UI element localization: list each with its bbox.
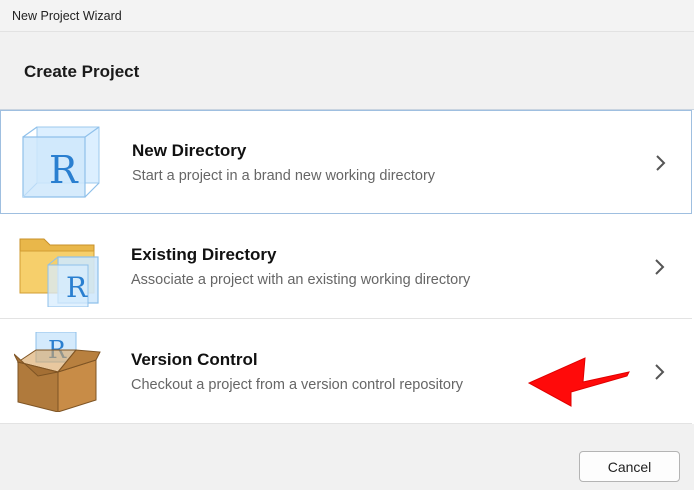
- option-description: Start a project in a brand new working d…: [132, 168, 436, 184]
- header: Create Project: [0, 32, 694, 110]
- chevron-right-icon: [653, 153, 669, 173]
- title-bar: New Project Wizard: [0, 0, 694, 32]
- option-existing-directory[interactable]: R Existing Directory Associate a project…: [0, 215, 692, 319]
- footer: Cancel: [0, 424, 694, 490]
- red-arrow-icon: [527, 350, 631, 408]
- option-title: Version Control: [131, 350, 258, 369]
- page-title: Create Project: [24, 62, 140, 81]
- chevron-right-icon: [652, 257, 668, 277]
- window-title: New Project Wizard: [12, 9, 122, 23]
- option-title: New Directory: [132, 141, 247, 160]
- folder-r-icon: R: [14, 227, 104, 308]
- r-cube-icon: R: [15, 123, 105, 203]
- svg-text:R: R: [66, 271, 88, 304]
- option-title: Existing Directory: [131, 245, 277, 264]
- cancel-button[interactable]: Cancel: [579, 451, 680, 482]
- box-r-icon: R: [13, 331, 104, 413]
- option-description: Associate a project with an existing wor…: [131, 272, 471, 288]
- option-description: Checkout a project from a version contro…: [131, 377, 464, 393]
- svg-text:R: R: [49, 148, 79, 192]
- chevron-right-icon: [652, 362, 668, 382]
- option-new-directory[interactable]: R New Directory Start a project in a bra…: [0, 110, 692, 214]
